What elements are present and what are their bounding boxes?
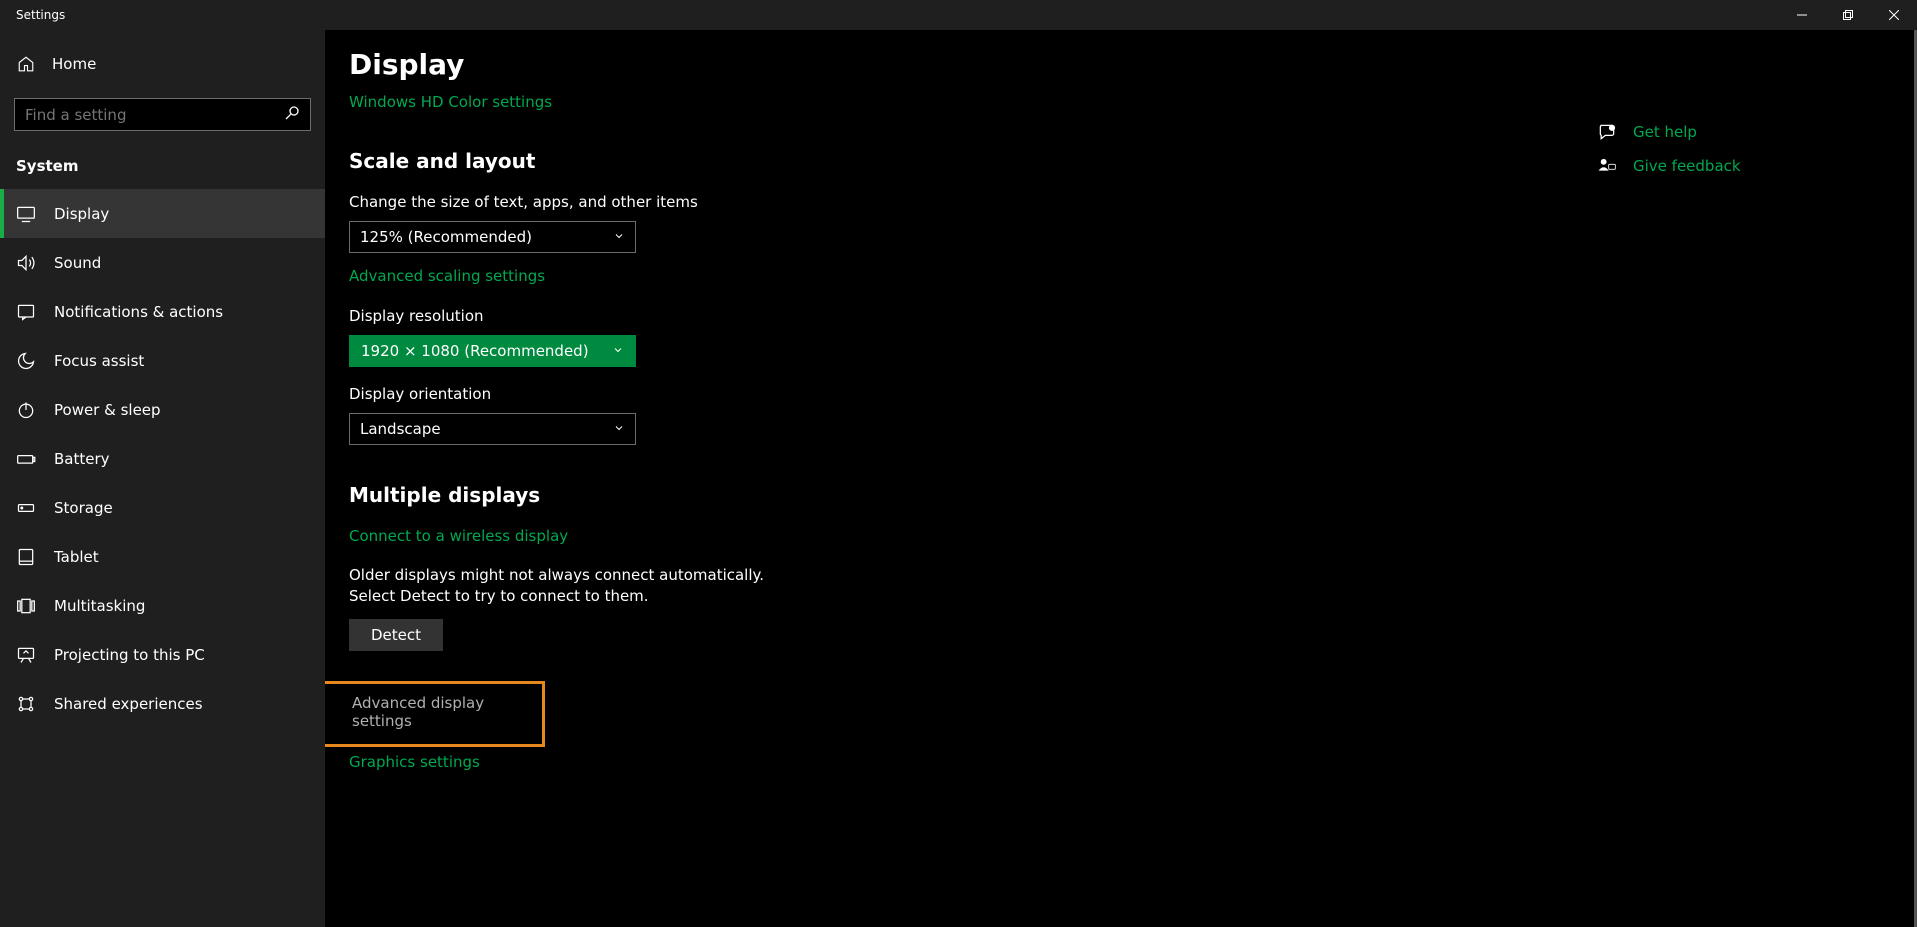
sidebar-item-storage[interactable]: Storage — [0, 483, 325, 532]
sidebar-item-shared[interactable]: Shared experiences — [0, 679, 325, 728]
feedback-icon — [1597, 156, 1617, 176]
scale-label: Change the size of text, apps, and other… — [349, 193, 1251, 211]
sidebar-item-multitasking[interactable]: Multitasking — [0, 581, 325, 630]
highlighted-box: Advanced display settings — [325, 681, 545, 747]
share-icon — [16, 694, 36, 714]
sidebar-item-display[interactable]: Display — [0, 189, 325, 238]
maximize-icon — [1843, 10, 1853, 20]
advanced-scaling-link[interactable]: Advanced scaling settings — [349, 267, 1251, 285]
sidebar-item-focus[interactable]: Focus assist — [0, 336, 325, 385]
content-column: Display Windows HD Color settings Scale … — [325, 30, 1275, 927]
window-title: Settings — [16, 8, 65, 22]
scale-value: 125% (Recommended) — [360, 228, 532, 246]
wireless-display-link[interactable]: Connect to a wireless display — [349, 527, 1251, 545]
storage-icon — [16, 498, 36, 518]
home-nav[interactable]: Home — [0, 44, 325, 84]
minimize-icon — [1797, 10, 1807, 20]
help-panel: Get help Give feedback — [1597, 122, 1857, 190]
sidebar-item-notifications[interactable]: Notifications & actions — [0, 287, 325, 336]
orientation-value: Landscape — [360, 420, 441, 438]
resolution-value: 1920 × 1080 (Recommended) — [361, 342, 589, 360]
sidebar-item-projecting[interactable]: Projecting to this PC — [0, 630, 325, 679]
tablet-icon — [16, 547, 36, 567]
sidebar-item-label: Shared experiences — [54, 695, 203, 713]
sidebar-item-label: Notifications & actions — [54, 303, 223, 321]
sidebar-item-tablet[interactable]: Tablet — [0, 532, 325, 581]
search-box[interactable] — [14, 98, 311, 131]
sidebar-item-label: Sound — [54, 254, 101, 272]
window-controls — [1779, 0, 1917, 30]
give-feedback-label: Give feedback — [1633, 157, 1741, 175]
power-icon — [16, 400, 36, 420]
section-system-label: System — [0, 147, 325, 189]
project-icon — [16, 645, 36, 665]
sidebar-item-label: Projecting to this PC — [54, 646, 205, 664]
detect-hint-text: Older displays might not always connect … — [349, 565, 779, 607]
scale-dropdown[interactable]: 125% (Recommended) — [349, 221, 636, 253]
search-icon — [284, 105, 300, 125]
chevron-down-icon — [612, 342, 624, 360]
chevron-down-icon — [613, 420, 625, 438]
minimize-button[interactable] — [1779, 0, 1825, 30]
titlebar: Settings — [0, 0, 1917, 30]
hd-color-link[interactable]: Windows HD Color settings — [349, 93, 1251, 111]
maximize-button[interactable] — [1825, 0, 1871, 30]
orientation-dropdown[interactable]: Landscape — [349, 413, 636, 445]
sidebar-item-label: Multitasking — [54, 597, 145, 615]
sidebar-item-label: Display — [54, 205, 109, 223]
sidebar-item-label: Focus assist — [54, 352, 144, 370]
give-feedback-link[interactable]: Give feedback — [1597, 156, 1857, 176]
sidebar-item-label: Storage — [54, 499, 113, 517]
page-title: Display — [349, 48, 1251, 81]
get-help-label: Get help — [1633, 123, 1697, 141]
search-input[interactable] — [25, 106, 284, 124]
focus-icon — [16, 351, 36, 371]
resolution-dropdown[interactable]: 1920 × 1080 (Recommended) — [349, 335, 636, 367]
scale-layout-heading: Scale and layout — [349, 149, 1251, 173]
chevron-down-icon — [613, 228, 625, 246]
orientation-label: Display orientation — [349, 385, 1251, 403]
display-icon — [16, 204, 36, 224]
main-area: Display Windows HD Color settings Scale … — [325, 30, 1917, 927]
sidebar-item-sound[interactable]: Sound — [0, 238, 325, 287]
sound-icon — [16, 253, 36, 273]
chat-icon — [1597, 122, 1617, 142]
get-help-link[interactable]: Get help — [1597, 122, 1857, 142]
detect-button[interactable]: Detect — [349, 619, 443, 651]
advanced-display-link[interactable]: Advanced display settings — [352, 694, 528, 730]
multiple-displays-heading: Multiple displays — [349, 483, 1251, 507]
battery-icon — [16, 449, 36, 469]
resolution-label: Display resolution — [349, 307, 1251, 325]
graphics-settings-link[interactable]: Graphics settings — [349, 753, 1251, 771]
nav-list: Display Sound Notifications & actions Fo… — [0, 189, 325, 728]
sidebar: Home System Display Sound — [0, 30, 325, 927]
home-label: Home — [52, 55, 96, 73]
close-button[interactable] — [1871, 0, 1917, 30]
multitask-icon — [16, 596, 36, 616]
home-icon — [16, 54, 36, 74]
sidebar-item-power[interactable]: Power & sleep — [0, 385, 325, 434]
sidebar-item-label: Battery — [54, 450, 110, 468]
notification-icon — [16, 302, 36, 322]
sidebar-item-label: Power & sleep — [54, 401, 161, 419]
close-icon — [1889, 10, 1899, 20]
sidebar-item-battery[interactable]: Battery — [0, 434, 325, 483]
sidebar-item-label: Tablet — [54, 548, 99, 566]
